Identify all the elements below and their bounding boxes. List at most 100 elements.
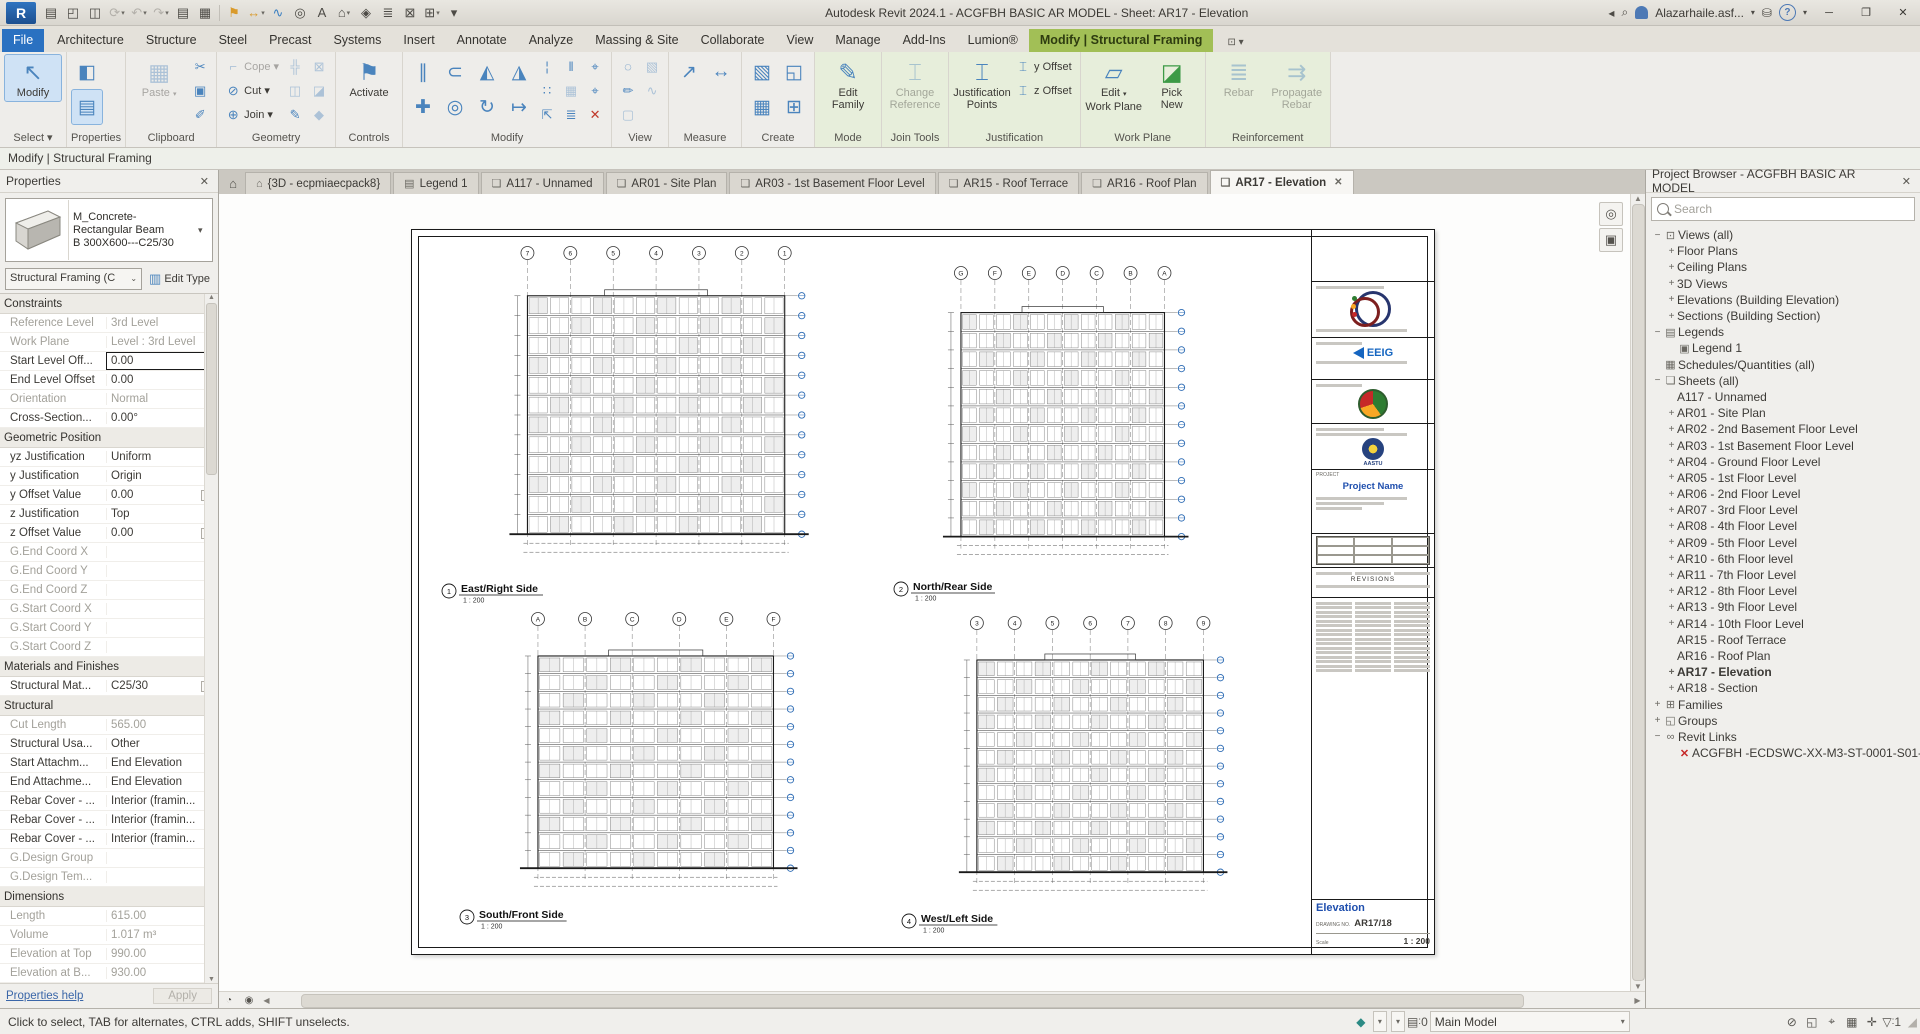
browser-item-legend-1[interactable]: ▣ Legend 1 (1646, 340, 1920, 356)
doc-tab-ar16-roof-plan[interactable]: ❏ AR16 - Roof Plan (1081, 172, 1208, 194)
worksharing-status-icon[interactable]: ◆ (1351, 1012, 1371, 1032)
collapse-icon[interactable]: ◂ (1608, 6, 1614, 20)
main-model-select[interactable]: Main Model ▾ (1429, 1011, 1630, 1032)
tree-expander[interactable]: + (1652, 715, 1663, 726)
signed-in-user[interactable]: Alazarhaile.asf... (1655, 6, 1744, 20)
tree-expander[interactable]: + (1666, 408, 1677, 419)
browser-item-ceiling-plans[interactable]: + Ceiling Plans (1646, 259, 1920, 275)
property-section-header[interactable]: Constraints∧ (0, 294, 218, 314)
ribbon-tab-collaborate[interactable]: Collaborate (690, 29, 776, 52)
browser-item-schedules-quantities-all[interactable]: ▦ Schedules/Quantities (all) (1646, 357, 1920, 373)
workset-select[interactable]: ▾ (1390, 1011, 1405, 1032)
property-row[interactable]: Start Attachm... End Elevation (0, 754, 218, 773)
property-row[interactable]: End Attachme... End Elevation (0, 773, 218, 792)
property-row[interactable]: Cross-Section... 0.00° (0, 409, 218, 428)
property-row[interactable]: y Offset Value 0.00 (0, 486, 218, 505)
property-row[interactable]: z Justification Top (0, 505, 218, 524)
browser-item-ar03-1st-basement-floor-level[interactable]: + AR03 - 1st Basement Floor Level (1646, 437, 1920, 453)
property-section-header[interactable]: Dimensions∧ (0, 887, 218, 907)
drawing-area[interactable]: ◎ ▣ 7 6 5 4 3 2 1 1 East/Right Side 1 : 200 G F E D C B… (219, 194, 1645, 991)
properties-scrollbar[interactable]: ▲ ▼ (204, 294, 218, 983)
pin-button[interactable]: ⌖ (584, 79, 606, 102)
tag-by-category-icon[interactable]: ◎ (289, 2, 311, 24)
default-3d-view-icon[interactable]: ⌂ ▾ (333, 2, 355, 24)
create-similar-button[interactable]: ⊞ (779, 90, 809, 124)
cut-geometry-button[interactable]: ⊘ Cut ▾ (222, 79, 282, 102)
property-section-header[interactable]: Structural∧ (0, 696, 218, 716)
browser-item-ar13-9th-floor-level[interactable]: + AR13 - 9th Floor Level (1646, 599, 1920, 615)
doc-tab-ar03-1st-basement-floor-level[interactable]: ❏ AR03 - 1st Basement Floor Level (729, 172, 936, 194)
create-assembly-button[interactable]: ▦ (747, 90, 777, 124)
tree-expander[interactable]: + (1666, 246, 1677, 257)
tree-expander[interactable]: − (1652, 731, 1663, 742)
tree-expander[interactable]: + (1666, 505, 1677, 516)
print-icon[interactable]: ▤ (172, 2, 194, 24)
select-underlay-toggle-icon[interactable]: ◱ (1802, 1012, 1822, 1032)
doc-tab-a117-unnamed[interactable]: ❏ A117 - Unnamed (480, 172, 604, 194)
select-links-toggle-icon[interactable]: ⊘ (1782, 1012, 1802, 1032)
create-group-button[interactable]: ◱ (779, 55, 809, 89)
z-offset-button[interactable]: ⌶ z Offset (1012, 79, 1075, 102)
doc-tab-ar01-site-plan[interactable]: ❏ AR01 - Site Plan (605, 172, 728, 194)
browser-item-sheets-all[interactable]: − ❏ Sheets (all) (1646, 373, 1920, 389)
tree-expander[interactable]: − (1652, 327, 1663, 338)
property-row[interactable]: Rebar Cover - ... Interior (framin... (0, 792, 218, 811)
browser-item-3d-views[interactable]: +3D Views (1646, 276, 1920, 292)
ribbon-tab-view[interactable]: View (776, 29, 825, 52)
themes-button[interactable]: ◧ (72, 55, 102, 89)
user-dropdown-icon[interactable]: ▾ (1751, 8, 1755, 17)
section-icon[interactable]: ◈ (355, 2, 377, 24)
tree-expander[interactable]: + (1666, 553, 1677, 564)
help-dropdown-icon[interactable]: ▾ (1803, 8, 1807, 17)
search-icon[interactable]: ⌕ (1621, 5, 1628, 20)
tree-expander[interactable]: + (1666, 489, 1677, 500)
editing-requests-icon[interactable]: ▤:0 (1407, 1012, 1428, 1032)
browser-item-ar08-4th-floor-level[interactable]: + AR08 - 4th Floor Level (1646, 518, 1920, 534)
apply-button[interactable]: Apply (153, 988, 212, 1004)
ribbon-tab-systems[interactable]: Systems (322, 29, 392, 52)
browser-item-ar01-site-plan[interactable]: + AR01 - Site Plan (1646, 405, 1920, 421)
tree-expander[interactable]: + (1666, 586, 1677, 597)
ribbon-tab-massing-site[interactable]: Massing & Site (584, 29, 689, 52)
close-doc-icon[interactable]: ▦ (194, 2, 216, 24)
move-button[interactable]: ✚ (408, 90, 438, 124)
browser-item-revit-links[interactable]: − ∞ Revit Links (1646, 729, 1920, 745)
split-element-button[interactable]: ¦ (536, 55, 558, 78)
text-icon[interactable]: A (311, 2, 333, 24)
browser-item-ar16-roof-plan[interactable]: AR16 - Roof Plan (1646, 648, 1920, 664)
reveal-hidden-elements-icon[interactable]: ◉ (239, 993, 259, 1007)
edit-family-button[interactable]: ✎ Edit Family (820, 55, 876, 113)
ribbon-tab-modify-structural-framing[interactable]: Modify | Structural Framing (1028, 29, 1214, 52)
sheet-ar17[interactable]: 7 6 5 4 3 2 1 1 East/Right Side 1 : 200 G F E D C B A 2 No… (411, 229, 1435, 955)
tree-expander[interactable]: + (1666, 472, 1677, 483)
close-hidden-windows-icon[interactable]: ⊠ (399, 2, 421, 24)
filter-icon[interactable]: ▽:1 (1882, 1012, 1902, 1032)
browser-search-input[interactable]: Search (1651, 197, 1915, 221)
y-offset-button[interactable]: ⌶ y Offset (1012, 55, 1075, 78)
close-button[interactable]: ✕ (1888, 3, 1918, 23)
browser-item-ar10-6th-floor-level[interactable]: + AR10 - 6th Floor level (1646, 551, 1920, 567)
browser-item-acgfbh-ecdswc-xx-m3-st-0001-s01-p[interactable]: ✕ ACGFBH -ECDSWC-XX-M3-ST-0001-S01-P (1646, 745, 1920, 761)
paint-button[interactable]: ✎ (284, 103, 306, 126)
browser-item-views-all[interactable]: − ⊡ Views (all) (1646, 227, 1920, 243)
modify-tool-button[interactable]: ↖ Modify (4, 54, 62, 102)
file-menu-icon[interactable]: ▤ (40, 2, 62, 24)
elevation-view-4[interactable]: 3 4 5 6 7 8 9 4 West/Left Side 1 : 200 (899, 613, 1253, 937)
restore-button[interactable]: ❐ (1851, 3, 1881, 23)
zoom-icon[interactable]: ▣ (1599, 228, 1623, 252)
ribbon-tab-structure[interactable]: Structure (135, 29, 208, 52)
create-parts-button[interactable]: ▧ (747, 55, 777, 89)
property-section-header[interactable]: Geometric Position∧ (0, 428, 218, 448)
tree-expander[interactable]: − (1652, 230, 1663, 241)
browser-item-ar04-ground-floor-level[interactable]: + AR04 - Ground Floor Level (1646, 454, 1920, 470)
minimize-button[interactable]: ─ (1814, 3, 1844, 23)
tree-expander[interactable]: + (1666, 570, 1677, 581)
ribbon-tab-precast[interactable]: Precast (258, 29, 322, 52)
tree-expander[interactable]: + (1666, 667, 1677, 678)
ribbon-tab-add-ins[interactable]: Add-Ins (892, 29, 957, 52)
copy-to-clipboard-button[interactable]: ▣ (189, 79, 211, 102)
browser-item-ar09-5th-floor-level[interactable]: + AR09 - 5th Floor Level (1646, 535, 1920, 551)
edit-work-plane-button[interactable]: ▱ Edit ▾ Work Plane (1085, 55, 1142, 115)
browser-item-elevations-building-elevation[interactable]: + Elevations (Building Elevation) (1646, 292, 1920, 308)
vertical-scrollbar[interactable]: ▲ ▼ (1630, 194, 1645, 991)
